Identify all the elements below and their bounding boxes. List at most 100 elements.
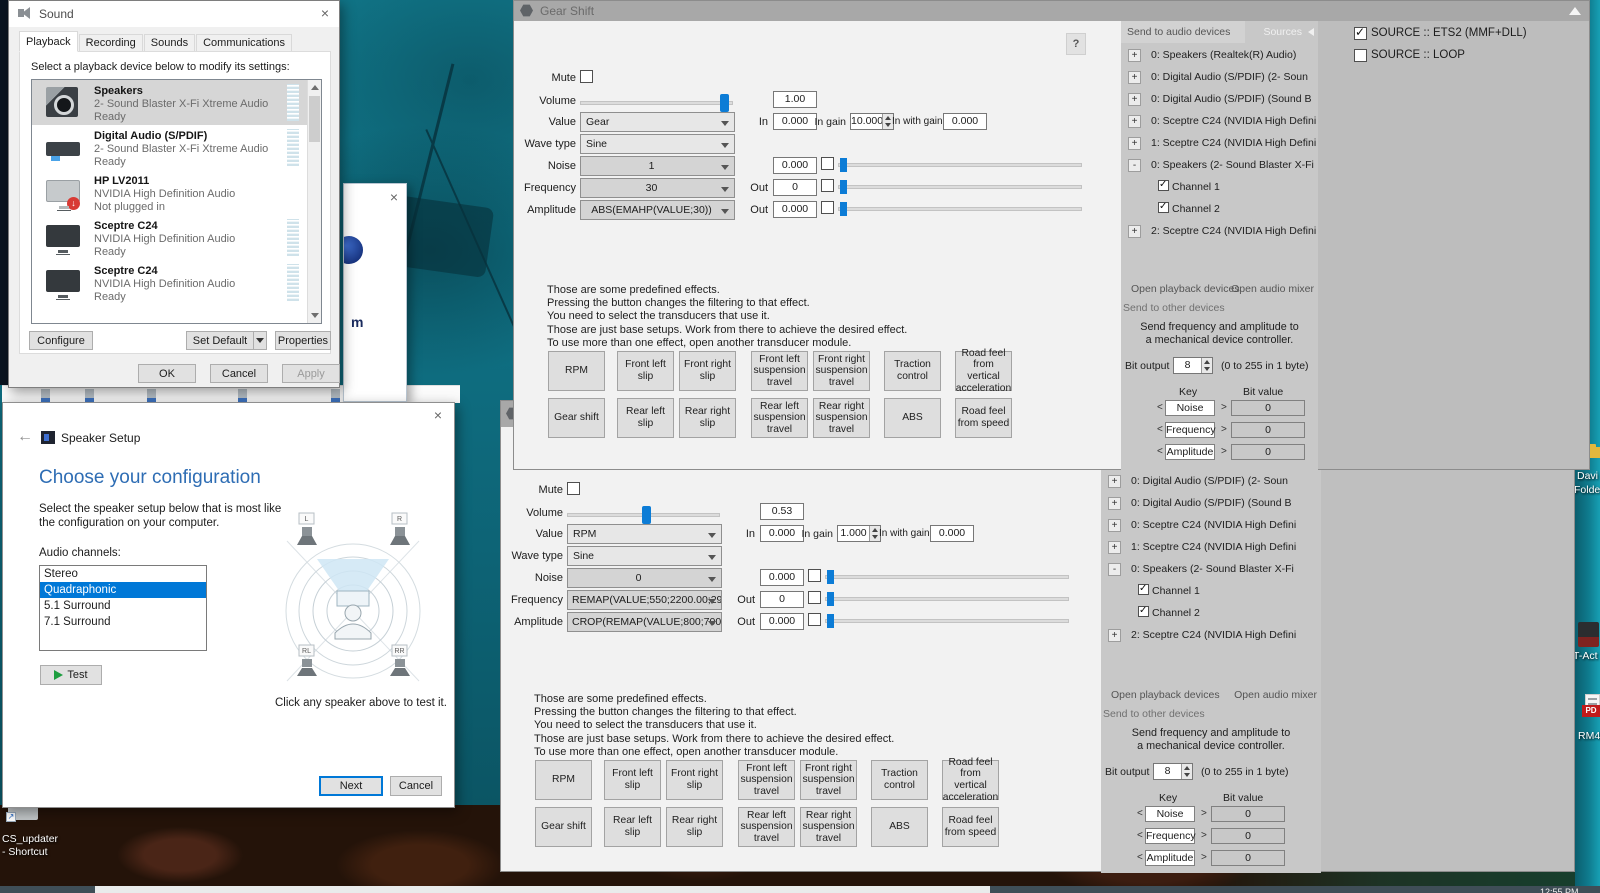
spinner-buttons[interactable] <box>1181 764 1192 779</box>
key-prev-arrow[interactable]: < <box>1157 446 1163 457</box>
panel-channel-row[interactable]: ✓Channel 2 <box>1121 199 1318 221</box>
panel-device-row[interactable]: +0: Sceptre C24 (NVIDIA High Defini <box>1101 515 1321 537</box>
playback-device-row[interactable]: ↓HP LV2011NVIDIA High Definition AudioNo… <box>32 170 321 215</box>
key-box[interactable]: Noise <box>1165 400 1215 416</box>
set-default-button[interactable]: Set Default <box>186 331 254 350</box>
effect-button[interactable]: Rear right slip <box>679 398 736 438</box>
listbox-item-7-1[interactable]: 7.1 Surround <box>40 614 206 630</box>
desktop-label-t-act[interactable]: T-Act <box>1573 650 1600 662</box>
effect-button[interactable]: Front right slip <box>679 351 736 391</box>
effect-button[interactable]: Rear right suspension travel <box>800 807 857 847</box>
effect-button[interactable]: ABS <box>871 807 928 847</box>
listbox-item-quadraphonic[interactable]: Quadraphonic <box>40 582 206 598</box>
effect-button[interactable]: Traction control <box>884 351 941 391</box>
expander-button[interactable]: + <box>1128 115 1141 128</box>
effect-button[interactable]: Road feel from speed <box>955 398 1012 438</box>
taskbar-app-segment[interactable] <box>95 886 990 893</box>
tab-send-to-audio-devices[interactable]: Send to audio devices <box>1121 21 1245 43</box>
playback-device-row[interactable]: Sceptre C24NVIDIA High Definition AudioR… <box>32 215 321 260</box>
channel-checkbox[interactable]: ✓ <box>1158 180 1169 191</box>
open-audio-mixer-link[interactable]: Open audio mixer <box>1231 283 1314 295</box>
open-audio-mixer-link[interactable]: Open audio mixer <box>1234 689 1317 701</box>
panel-device-row[interactable]: +0: Digital Audio (S/PDIF) (Sound B <box>1101 493 1321 515</box>
key-next-arrow[interactable]: > <box>1221 424 1227 435</box>
tab-playback[interactable]: Playback <box>19 31 78 52</box>
key-box[interactable]: Frequency <box>1145 828 1195 844</box>
test-button[interactable]: Test <box>40 665 102 685</box>
key-next-arrow[interactable]: > <box>1201 830 1207 841</box>
effect-button[interactable]: Front left suspension travel <box>738 760 795 800</box>
effect-button[interactable]: ABS <box>884 398 941 438</box>
speaker-rear-left[interactable]: RL <box>297 645 317 676</box>
key-next-arrow[interactable]: > <box>1201 808 1207 819</box>
effect-button[interactable]: Traction control <box>871 760 928 800</box>
key-box[interactable]: Amplitude <box>1165 444 1215 460</box>
panel-device-row[interactable]: +0: Digital Audio (S/PDIF) (2- Soun <box>1121 67 1318 89</box>
key-prev-arrow[interactable]: < <box>1137 808 1143 819</box>
effect-button[interactable]: Front right slip <box>666 760 723 800</box>
channel-checkbox[interactable]: ✓ <box>1138 606 1149 617</box>
expander-button[interactable]: - <box>1108 563 1121 576</box>
speaker-front-right[interactable]: R <box>390 513 410 545</box>
panel-device-row[interactable]: -0: Speakers (2- Sound Blaster X-Fi <box>1121 155 1318 177</box>
panel-device-row[interactable]: +2: Sceptre C24 (NVIDIA High Defini <box>1101 625 1321 647</box>
panel-device-row[interactable]: +1: Sceptre C24 (NVIDIA High Defini <box>1121 133 1318 155</box>
tab-communications[interactable]: Communications <box>196 34 292 52</box>
desktop-label-cs-updater[interactable]: CS_updater <box>2 833 72 845</box>
key-prev-arrow[interactable]: < <box>1157 402 1163 413</box>
taskbar[interactable]: 12:55 PM <box>0 886 1600 893</box>
effect-button[interactable]: Front left suspension travel <box>751 351 808 391</box>
set-default-dropdown-button[interactable] <box>253 331 267 350</box>
desktop-icon-t-act[interactable] <box>1578 622 1599 647</box>
effect-button[interactable]: Gear shift <box>535 807 592 847</box>
effect-button[interactable]: Front left slip <box>617 351 674 391</box>
effect-button[interactable]: Rear right suspension travel <box>813 398 870 438</box>
expander-button[interactable]: + <box>1128 49 1141 62</box>
channel-checkbox[interactable]: ✓ <box>1138 584 1149 595</box>
effect-button[interactable]: Rear left slip <box>604 807 661 847</box>
speaker-configuration-diagram[interactable]: L R RL RR <box>261 507 445 691</box>
speaker-rear-right[interactable]: RR <box>390 645 410 676</box>
apply-button[interactable]: Apply <box>282 364 340 383</box>
effect-button[interactable]: Road feel from speed <box>942 807 999 847</box>
effect-button[interactable]: Front right suspension travel <box>800 760 857 800</box>
key-box[interactable]: Noise <box>1145 806 1195 822</box>
expander-button[interactable]: + <box>1128 225 1141 238</box>
panel-device-row[interactable]: +0: Speakers (Realtek(R) Audio) <box>1121 45 1318 67</box>
taskbar-clock[interactable]: 12:55 PM <box>1540 886 1598 893</box>
listbox-item-5-1[interactable]: 5.1 Surround <box>40 598 206 614</box>
close-icon[interactable]: × <box>321 6 329 20</box>
effect-button[interactable]: Road feel from vertical acceleration <box>942 760 999 800</box>
key-prev-arrow[interactable]: < <box>1157 424 1163 435</box>
playback-device-row[interactable]: Speakers2- Sound Blaster X-Fi Xtreme Aud… <box>32 80 321 125</box>
close-icon[interactable]: × <box>390 190 398 204</box>
spinner-buttons[interactable] <box>1201 358 1212 373</box>
cancel-button[interactable]: Cancel <box>390 776 442 796</box>
desktop-label-rm4[interactable]: RM4 <box>1578 730 1600 742</box>
bit-output-spinner[interactable]: 8 <box>1173 357 1213 374</box>
expander-button[interactable]: - <box>1128 159 1141 172</box>
source-ets2-row[interactable]: ✓ SOURCE :: ETS2 (MMF+DLL) <box>1354 27 1367 43</box>
scrollbar-thumb[interactable] <box>309 96 320 142</box>
configure-button[interactable]: Configure <box>29 331 93 350</box>
listbox-item-stereo[interactable]: Stereo <box>40 566 206 582</box>
effect-button[interactable]: Rear left suspension travel <box>751 398 808 438</box>
panel-device-row[interactable]: -0: Speakers (2- Sound Blaster X-Fi <box>1101 559 1321 581</box>
effect-button[interactable]: Front left slip <box>604 760 661 800</box>
effect-button[interactable]: Rear left suspension travel <box>738 807 795 847</box>
key-prev-arrow[interactable]: < <box>1137 852 1143 863</box>
scroll-up-icon[interactable] <box>311 85 319 90</box>
open-playback-devices-link[interactable]: Open playback devices <box>1111 689 1220 701</box>
effect-button[interactable]: Gear shift <box>548 398 605 438</box>
expander-button[interactable]: + <box>1108 497 1121 510</box>
effect-button[interactable]: Road feel from vertical acceleration <box>955 351 1012 391</box>
panel-device-row[interactable]: +0: Sceptre C24 (NVIDIA High Defini <box>1121 111 1318 133</box>
desktop-label-folde[interactable]: Folde <box>1574 484 1600 496</box>
expander-button[interactable]: + <box>1128 71 1141 84</box>
tab-recording[interactable]: Recording <box>79 34 143 52</box>
panel-channel-row[interactable]: ✓Channel 1 <box>1121 177 1318 199</box>
expander-button[interactable]: + <box>1108 475 1121 488</box>
key-prev-arrow[interactable]: < <box>1137 830 1143 841</box>
back-arrow-icon[interactable]: ← <box>17 429 33 445</box>
collapse-arrow-icon[interactable] <box>1569 7 1581 15</box>
